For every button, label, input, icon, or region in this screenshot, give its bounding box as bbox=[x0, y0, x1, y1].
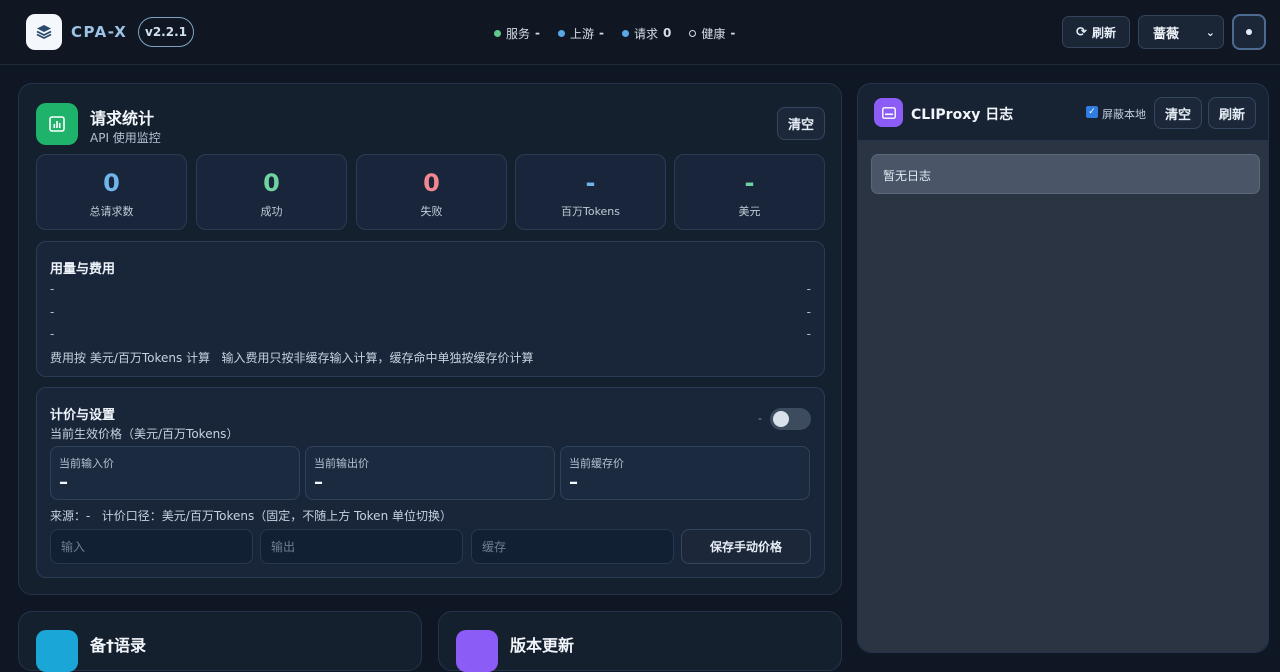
input-price-field[interactable] bbox=[50, 529, 253, 564]
price-value: – bbox=[569, 472, 578, 493]
status-dot bbox=[622, 29, 629, 37]
mask-local-label: 屏蔽本地 bbox=[1102, 108, 1146, 121]
theme-toggle-button[interactable] bbox=[1232, 14, 1266, 50]
chart-icon bbox=[36, 103, 78, 145]
pricing-subtitle: 当前生效价格（美元/百万Tokens） bbox=[50, 427, 239, 441]
request-stats-card: 请求统计 API 使用监控 清空 0 总请求数 0 成功 0 失败 - 百万To… bbox=[18, 83, 842, 595]
cliproxy-log-card: CLIProxy 日志 ✓ 屏蔽本地 清空 刷新 暂无日志 bbox=[857, 83, 1269, 653]
stat-label: 美元 bbox=[738, 205, 761, 218]
terminal-icon bbox=[874, 98, 903, 127]
usage-row: - - bbox=[50, 305, 811, 319]
pricing-source-note: 来源：- 计价口径：美元/百万Tokens（固定，不随上方 Token 单位切换… bbox=[50, 509, 452, 523]
stat-failed: 0 失败 bbox=[356, 154, 507, 230]
dot-icon bbox=[1246, 29, 1252, 35]
stat-value: 0 bbox=[103, 169, 120, 197]
status-value: - bbox=[599, 26, 604, 40]
status-health: 健康 - bbox=[689, 25, 735, 42]
usage-title: 用量与费用 bbox=[50, 262, 116, 277]
refresh-icon: ⟳ bbox=[1076, 24, 1087, 40]
usage-panel: 用量与费用 - - - - - - 费用按 美元/百万Tokens 计算 输入费… bbox=[36, 241, 825, 377]
update-icon bbox=[456, 630, 498, 672]
status-value: - bbox=[535, 26, 540, 40]
log-header: CLIProxy 日志 ✓ 屏蔽本地 清空 刷新 bbox=[858, 84, 1268, 141]
chevron-down-icon: ⌄ bbox=[1205, 25, 1215, 39]
usage-row-right: - bbox=[806, 305, 811, 319]
stat-value: - bbox=[744, 169, 755, 197]
theme-select[interactable]: 蔷薇 ⌄ bbox=[1138, 15, 1224, 49]
pricing-toggle[interactable] bbox=[770, 408, 811, 430]
log-title: CLIProxy 日志 bbox=[911, 107, 1014, 123]
quote-card-title: 备†语录 bbox=[90, 636, 147, 655]
top-header: CPA-X v2.2.1 服务 - 上游 - 请求 0 健康 - ⟳ 刷新 蔷薇… bbox=[0, 0, 1280, 65]
save-manual-price-button[interactable]: 保存手动价格 bbox=[681, 529, 811, 564]
quote-icon bbox=[36, 630, 78, 672]
card-title: 请求统计 bbox=[90, 109, 155, 128]
status-value: 0 bbox=[663, 26, 672, 40]
status-label: 上游 bbox=[570, 26, 595, 41]
usage-note: 费用按 美元/百万Tokens 计算 输入费用只按非缓存输入计算，缓存命中单独按… bbox=[50, 351, 534, 365]
clear-stats-button[interactable]: 清空 bbox=[777, 107, 825, 140]
layers-icon bbox=[36, 25, 52, 40]
log-body[interactable]: 暂无日志 bbox=[858, 141, 1268, 652]
price-label: 当前输出价 bbox=[314, 457, 369, 470]
usage-row-left: - bbox=[50, 282, 55, 296]
toggle-knob bbox=[773, 411, 789, 427]
toggle-label: - bbox=[758, 412, 762, 425]
version-update-title: 版本更新 bbox=[510, 636, 575, 655]
status-label: 请求 bbox=[634, 26, 659, 41]
status-dot bbox=[558, 29, 565, 37]
price-label: 当前输入价 bbox=[59, 457, 114, 470]
pricing-panel: 计价与设置 当前生效价格（美元/百万Tokens） - 当前输入价 – 当前输出… bbox=[36, 387, 825, 578]
status-service: 服务 - bbox=[494, 25, 540, 42]
quote-card: 备†语录 bbox=[18, 611, 422, 672]
price-output-box: 当前输出价 – bbox=[305, 446, 555, 500]
log-clear-button[interactable]: 清空 bbox=[1154, 97, 1202, 129]
price-cache-box: 当前缓存价 – bbox=[560, 446, 810, 500]
output-price-field[interactable] bbox=[260, 529, 463, 564]
usage-row-left: - bbox=[50, 327, 55, 341]
status-bar: 服务 - 上游 - 请求 0 健康 - bbox=[494, 24, 735, 42]
usage-row-left: - bbox=[50, 305, 55, 319]
price-input-box: 当前输入价 – bbox=[50, 446, 300, 500]
usage-row: - - bbox=[50, 282, 811, 296]
log-refresh-button[interactable]: 刷新 bbox=[1208, 97, 1256, 129]
status-dot bbox=[494, 29, 501, 37]
stat-label: 成功 bbox=[260, 205, 283, 218]
usage-row-right: - bbox=[806, 327, 811, 341]
version-badge: v2.2.1 bbox=[138, 17, 194, 47]
status-value: - bbox=[730, 26, 736, 40]
stat-label: 总请求数 bbox=[89, 205, 134, 218]
stat-total: 0 总请求数 bbox=[36, 154, 187, 230]
status-label: 健康 bbox=[701, 26, 726, 41]
stat-value: - bbox=[585, 169, 596, 197]
stat-success: 0 成功 bbox=[196, 154, 347, 230]
card-subtitle: API 使用监控 bbox=[90, 131, 161, 145]
refresh-label: 刷新 bbox=[1091, 25, 1116, 40]
mask-local-checkbox[interactable]: ✓ bbox=[1086, 106, 1098, 118]
stat-label: 百万Tokens bbox=[560, 205, 621, 218]
status-label: 服务 bbox=[506, 26, 531, 41]
stat-mtokens: - 百万Tokens bbox=[515, 154, 666, 230]
price-label: 当前缓存价 bbox=[569, 457, 624, 470]
log-empty-message: 暂无日志 bbox=[871, 154, 1260, 194]
brand-name: CPA-X bbox=[71, 23, 128, 41]
stat-value: 0 bbox=[423, 169, 440, 197]
header-refresh-button[interactable]: ⟳ 刷新 bbox=[1062, 16, 1130, 48]
status-upstream: 上游 - bbox=[558, 25, 604, 42]
version-update-card: 版本更新 bbox=[438, 611, 842, 672]
theme-select-value: 蔷薇 bbox=[1153, 26, 1180, 42]
app-logo bbox=[26, 14, 62, 50]
stat-usd: - 美元 bbox=[674, 154, 825, 230]
status-requests: 请求 0 bbox=[622, 25, 671, 42]
checkmark-icon: ✓ bbox=[1088, 106, 1096, 117]
price-value: – bbox=[59, 472, 68, 493]
price-value: – bbox=[314, 472, 323, 493]
usage-row-right: - bbox=[806, 282, 811, 296]
stat-value: 0 bbox=[263, 169, 280, 197]
cache-price-field[interactable] bbox=[471, 529, 674, 564]
status-dot bbox=[689, 29, 697, 37]
usage-row: - - bbox=[50, 327, 811, 341]
pricing-title: 计价与设置 bbox=[50, 408, 116, 423]
stat-label: 失败 bbox=[420, 205, 443, 218]
